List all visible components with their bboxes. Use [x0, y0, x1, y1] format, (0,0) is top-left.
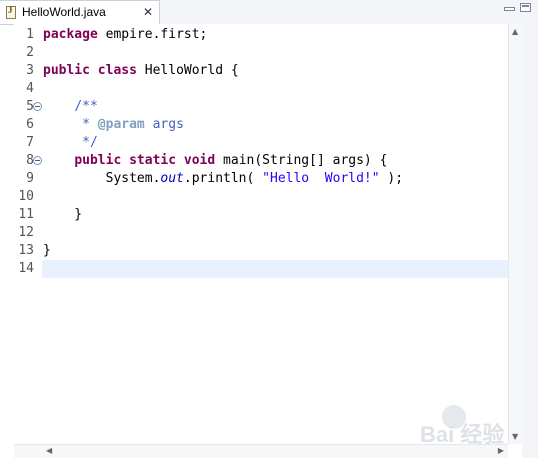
- baidu-watermark-logo: Bai 经验: [420, 405, 530, 447]
- collapse-fold-icon[interactable]: [33, 156, 42, 165]
- code-line: }: [43, 207, 83, 222]
- editor-tab-bar: HelloWorld.java ✕: [0, 0, 538, 25]
- scroll-up-icon[interactable]: ▲: [512, 27, 518, 36]
- code-line: }: [43, 243, 51, 258]
- close-icon[interactable]: ✕: [143, 5, 153, 19]
- line-number: 5: [26, 99, 34, 114]
- code-line: public class HelloWorld {: [43, 63, 239, 78]
- code-line: package empire.first;: [43, 27, 208, 42]
- line-number: 13: [18, 243, 34, 258]
- overview-ruler[interactable]: [522, 24, 538, 458]
- current-line-highlight: [42, 260, 508, 278]
- line-number: 2: [26, 45, 34, 60]
- line-number: 11: [18, 207, 34, 222]
- collapse-fold-icon[interactable]: [33, 102, 42, 111]
- line-number: 12: [18, 225, 34, 240]
- line-number: 8: [26, 153, 34, 168]
- vertical-scrollbar[interactable]: ▲ ▼: [508, 24, 522, 444]
- watermark-text: Bai 经验: [420, 422, 505, 447]
- minimize-icon[interactable]: [504, 7, 515, 11]
- code-editor[interactable]: 1 2 3 4 5 6 7 8 9 10 11 12 13 14 package…: [14, 24, 508, 444]
- scroll-left-icon[interactable]: ◀: [46, 446, 52, 455]
- line-number: 4: [26, 81, 34, 96]
- line-number: 10: [18, 189, 34, 204]
- code-line: */: [82, 135, 98, 150]
- code-line: System.out.println( "Hello World!" );: [43, 171, 404, 186]
- tab-title: HelloWorld.java: [22, 5, 106, 19]
- code-line: public static void main(String[] args) {: [74, 153, 388, 168]
- line-number: 7: [26, 135, 34, 150]
- java-file-icon: [6, 5, 16, 19]
- code-line: /**: [74, 99, 98, 114]
- line-number: 3: [26, 63, 34, 78]
- tab-helloworld-java[interactable]: HelloWorld.java ✕: [0, 0, 160, 24]
- code-line: * @param args: [82, 117, 184, 132]
- line-number: 14: [18, 261, 34, 276]
- line-number: 6: [26, 117, 34, 132]
- line-number: 9: [26, 171, 34, 186]
- line-number: 1: [26, 27, 34, 42]
- maximize-icon[interactable]: [520, 3, 531, 12]
